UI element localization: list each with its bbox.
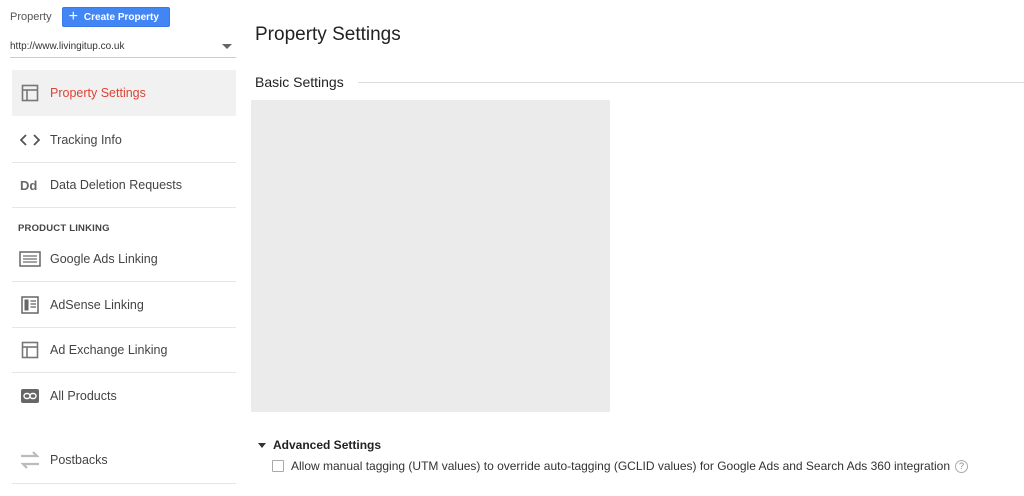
sidebar-item-label: Data Deletion Requests [50, 178, 183, 192]
adsense-icon [10, 295, 50, 314]
sidebar-item-label: AdSense Linking [50, 297, 144, 312]
sidebar-item-ad-exchange-linking[interactable]: Ad Exchange Linking [12, 328, 236, 373]
sidebar-item-label: Tracking Info [50, 133, 122, 147]
ads-icon [10, 250, 50, 267]
code-icon [10, 133, 50, 147]
basic-settings-header: Basic Settings [255, 72, 1024, 92]
triangle-down-icon [258, 442, 266, 448]
sidebar-item-adsense-linking[interactable]: AdSense Linking [12, 282, 236, 328]
svg-text:Dd: Dd [20, 178, 37, 192]
advanced-settings-title: Advanced Settings [273, 438, 382, 452]
product-linking-header: PRODUCT LINKING [18, 223, 110, 234]
sidebar-item-data-deletion[interactable]: Dd Data Deletion Requests [12, 163, 236, 208]
create-property-button[interactable]: + Create Property [61, 7, 170, 27]
sidebar-item-all-products[interactable]: All Products [12, 373, 236, 419]
sidebar-item-postbacks[interactable]: Postbacks [12, 437, 236, 484]
layout-icon [10, 84, 50, 102]
basic-settings-title: Basic Settings [255, 74, 344, 90]
dd-icon: Dd [10, 178, 50, 192]
manual-tagging-row: Allow manual tagging (UTM values) to ove… [272, 459, 969, 473]
link-icon [10, 388, 50, 404]
advanced-settings-toggle[interactable]: Advanced Settings [258, 438, 381, 452]
property-header: Property + Create Property [10, 7, 170, 27]
sidebar-item-tracking-info[interactable]: Tracking Info [12, 118, 236, 163]
sidebar-item-google-ads-linking[interactable]: Google Ads Linking [12, 236, 236, 282]
swap-arrows-icon [10, 449, 50, 471]
sidebar-item-label: Ad Exchange Linking [50, 343, 168, 357]
manual-tagging-label: Allow manual tagging (UTM values) to ove… [291, 459, 951, 473]
property-label: Property [10, 11, 52, 23]
sidebar-item-label: Property Settings [50, 86, 146, 100]
help-icon[interactable]: ? [955, 459, 969, 473]
chevron-down-icon [222, 44, 232, 49]
create-property-label: Create Property [83, 11, 159, 23]
sidebar-item-label: All Products [50, 389, 117, 403]
basic-settings-loading-placeholder [251, 100, 610, 412]
sidebar-item-label: Postbacks [50, 453, 108, 467]
sidebar: Property + Create Property http://www.li… [0, 0, 244, 496]
section-divider [357, 81, 1024, 83]
property-url: http://www.livingitup.co.uk [10, 41, 125, 52]
page-title: Property Settings [255, 24, 401, 45]
manual-tagging-checkbox[interactable] [272, 460, 284, 472]
plus-icon: + [68, 8, 78, 25]
ad-exchange-icon [10, 341, 50, 359]
property-selector[interactable]: http://www.livingitup.co.uk [10, 36, 236, 58]
sidebar-item-property-settings[interactable]: Property Settings [12, 70, 236, 116]
sidebar-item-label: Google Ads Linking [50, 251, 158, 266]
